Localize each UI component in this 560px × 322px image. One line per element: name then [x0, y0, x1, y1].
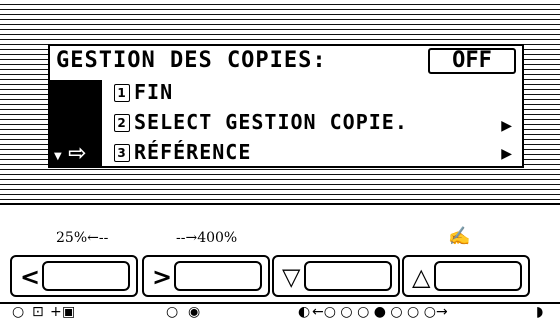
status-badge: OFF [428, 48, 516, 74]
triangle-up-icon: △ [412, 263, 431, 291]
scroll-down-button[interactable]: ▽ [272, 255, 400, 297]
button-key [42, 261, 130, 291]
target-icon: ◉ [188, 304, 201, 320]
zoom-min-label: 25%←-- [56, 230, 109, 246]
plus-icon: + [50, 304, 62, 320]
density-scale-icon: ←○ ○ ○ ● ○ ○ ○→ [312, 304, 448, 320]
document-icon: ⊡ [32, 304, 44, 320]
submenu-indicator-icon: ▶ [501, 118, 512, 134]
menu-item-fin[interactable]: 1 FIN [114, 80, 173, 104]
menu-item-reference[interactable]: 3 RÉFÉRENCE [114, 140, 251, 164]
selection-sidebar: ▼ ⇨ [50, 80, 102, 168]
menu-item-label: FIN [134, 80, 174, 104]
status-bar: ○ ⊡ + ▣ ○ ◉ ◐ ←○ ○ ○ ● ○ ○ ○→ ◗ [0, 302, 560, 322]
button-key [434, 261, 522, 291]
scroll-up-button[interactable]: △ [402, 255, 530, 297]
zoom-increase-button[interactable]: > [142, 255, 270, 297]
lcd-title: GESTION DES COPIES: [56, 48, 327, 73]
button-key [174, 261, 262, 291]
density-light-icon: ◐ [298, 304, 311, 320]
hand-icon: ✍ [448, 226, 471, 247]
chevron-left-icon: < [20, 263, 41, 291]
menu-item-number: 3 [114, 144, 130, 162]
menu-item-number: 1 [114, 84, 130, 102]
triangle-down-icon: ▼ [54, 151, 62, 162]
arrow-right-icon: ⇨ [68, 141, 87, 166]
menu-item-select-gestion-copie[interactable]: 2 SELECT GESTION COPIE. [114, 110, 514, 134]
triangle-down-icon: ▽ [282, 263, 301, 291]
chevron-right-icon: > [152, 263, 173, 291]
zoom-decrease-button[interactable]: < [10, 255, 138, 297]
menu-item-label: SELECT GESTION COPIE. [134, 110, 408, 134]
indicator-dot-icon: ○ [12, 304, 25, 320]
zoom-max-label: --→400% [176, 230, 238, 246]
submenu-indicator-icon: ▶ [501, 146, 512, 162]
lcd-screen: GESTION DES COPIES: OFF ▼ ⇨ 1 FIN 2 SELECT… [48, 44, 524, 168]
button-key [304, 261, 392, 291]
menu-item-label: RÉFÉRENCE [134, 140, 252, 164]
menu-item-number: 2 [114, 114, 130, 132]
original-icon: ▣ [62, 304, 76, 320]
density-dark-icon: ◗ [536, 304, 544, 320]
indicator-dot-icon: ○ [166, 304, 179, 320]
